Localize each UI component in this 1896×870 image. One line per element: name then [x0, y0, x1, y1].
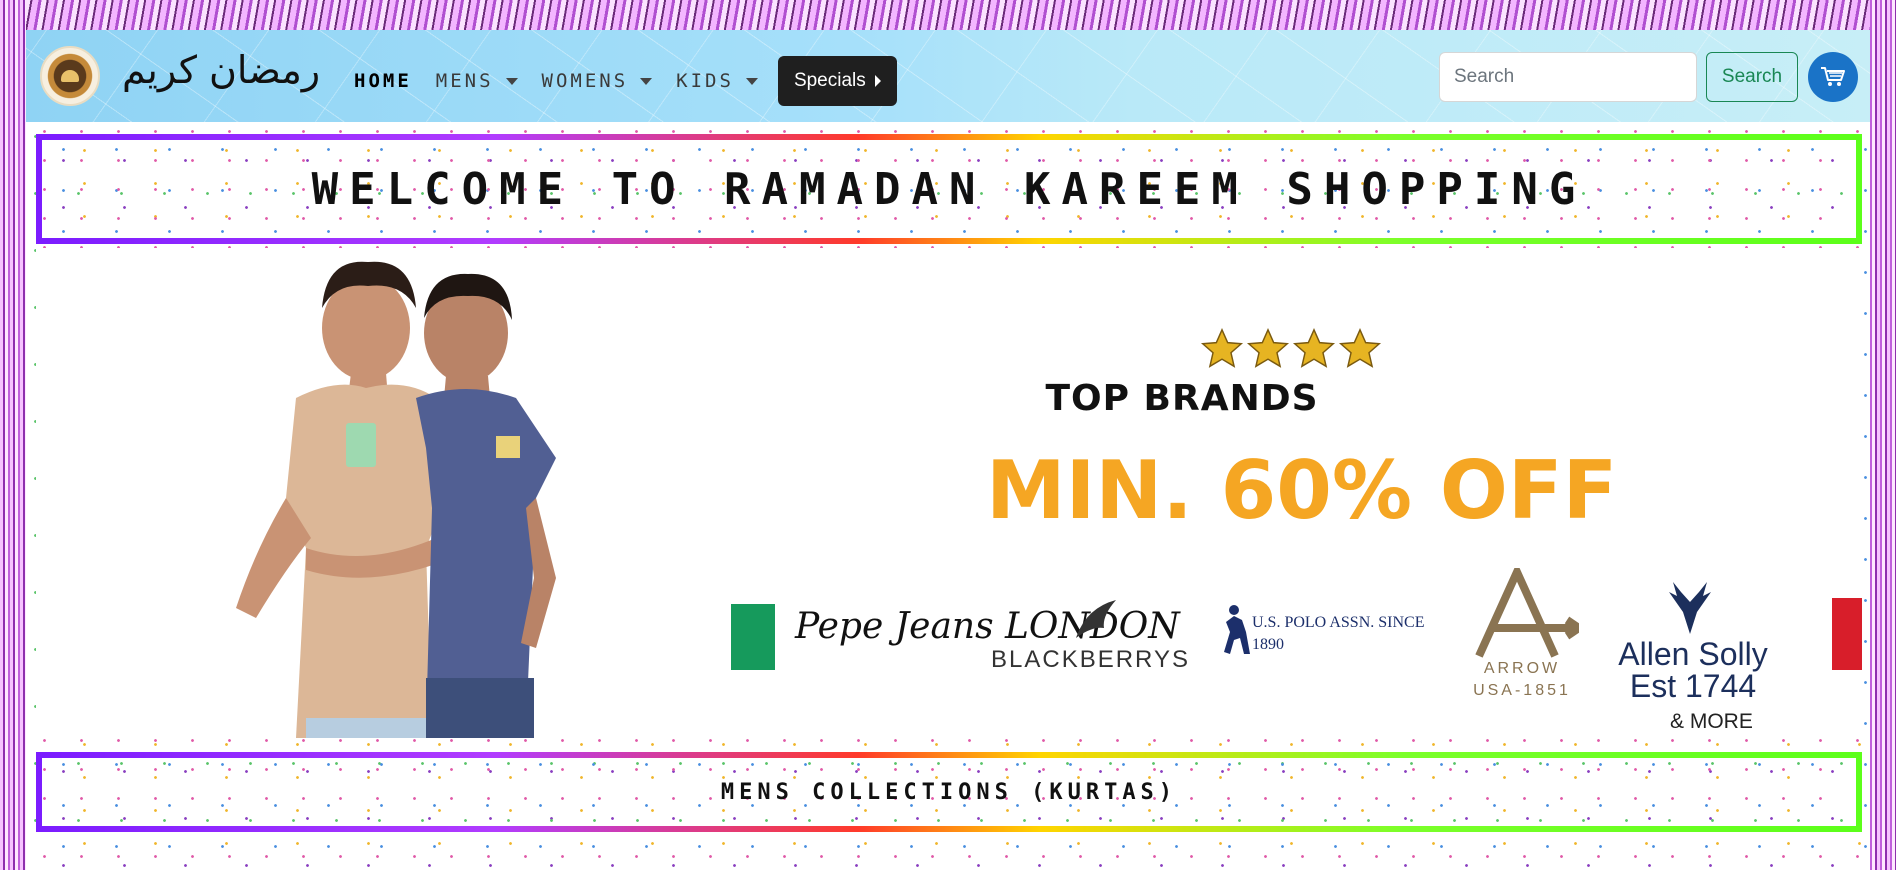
models-image — [236, 261, 556, 738]
blackberrys-text: BLACKBERRYS — [991, 646, 1190, 673]
specials-button[interactable]: Specials — [777, 56, 897, 106]
cart-button[interactable] — [1808, 52, 1858, 102]
blackberrys-logo: BLACKBERRYS — [991, 598, 1201, 678]
nav-home-label: HOME — [354, 70, 412, 92]
nav-womens[interactable]: WOMENS — [542, 61, 653, 101]
navbar: رمضان كريم HOME MENS WOMENS KIDS Special… — [26, 30, 1870, 122]
hero-banner[interactable]: TOP BRANDS MIN. 60% OFF Pepe Jeans LONDO… — [36, 248, 1862, 738]
nav-womens-label: WOMENS — [541, 70, 629, 92]
star-icon — [1200, 328, 1244, 368]
search-button[interactable]: Search — [1706, 52, 1798, 102]
mosque-icon — [61, 70, 79, 82]
decorative-frame-right — [1870, 0, 1896, 870]
arrow-text: ARROW USA-1851 — [1473, 660, 1571, 699]
welcome-title: WELCOME TO RAMADAN KAREEM SHOPPING — [311, 163, 1587, 215]
caret-down-icon — [745, 77, 758, 85]
cart-icon — [1821, 67, 1845, 86]
caret-down-icon — [640, 77, 653, 85]
offer-text: MIN. 60% OFF — [986, 444, 1618, 537]
allen-solly-logo: Allen Solly Est 1744 — [1603, 578, 1783, 698]
star-icon — [1292, 328, 1336, 368]
arrow-a-icon — [1475, 568, 1579, 658]
nav-mens-label: MENS — [435, 70, 494, 92]
caret-down-icon — [505, 77, 518, 85]
nav-kids[interactable]: KIDS — [676, 61, 758, 101]
and-more-text: & MORE — [1670, 710, 1753, 733]
decorative-frame-top — [0, 0, 1896, 30]
pepe-jeans-logo: Pepe Jeans LONDON — [731, 604, 1180, 674]
wing-icon — [1076, 600, 1116, 638]
top-brands-heading: TOP BRANDS — [1045, 378, 1319, 419]
nav-kids-label: KIDS — [676, 70, 734, 92]
welcome-banner: WELCOME TO RAMADAN KAREEM SHOPPING — [36, 134, 1862, 244]
brand-name[interactable]: رمضان كريم — [122, 48, 320, 92]
allen-solly-text: Allen Solly Est 1744 — [1618, 638, 1768, 698]
mens-collections-banner[interactable]: MENS COLLECTIONS (KURTAS) — [36, 752, 1862, 832]
louis-philippe-logo-partial — [1832, 598, 1862, 670]
us-polo-logo: U.S. POLO ASSN. SINCE 1890 — [1216, 598, 1456, 678]
nav-home[interactable]: HOME — [354, 61, 412, 101]
search-input[interactable] — [1439, 52, 1697, 102]
brand-logos: Pepe Jeans LONDON BLACKBERRYS U.S. POLO … — [731, 568, 1862, 708]
mens-collections-title: MENS COLLECTIONS (KURTAS) — [720, 779, 1178, 805]
stag-icon — [1669, 582, 1711, 634]
page: رمضان كريم HOME MENS WOMENS KIDS Special… — [26, 30, 1870, 870]
polo-player-icon — [1224, 605, 1250, 654]
caret-right-icon — [874, 75, 881, 87]
us-polo-text: U.S. POLO ASSN. SINCE 1890 — [1252, 614, 1425, 653]
decorative-frame-left — [0, 0, 26, 870]
star-icon — [1338, 328, 1382, 368]
specials-label: Specials — [793, 70, 866, 91]
rating-stars — [1200, 328, 1382, 372]
nav-menu: HOME MENS WOMENS KIDS Specials — [354, 56, 897, 106]
nav-mens[interactable]: MENS — [436, 61, 518, 101]
star-icon — [1246, 328, 1290, 368]
arrow-logo: ARROW USA-1851 — [1459, 568, 1579, 708]
site-logo[interactable] — [40, 46, 100, 106]
